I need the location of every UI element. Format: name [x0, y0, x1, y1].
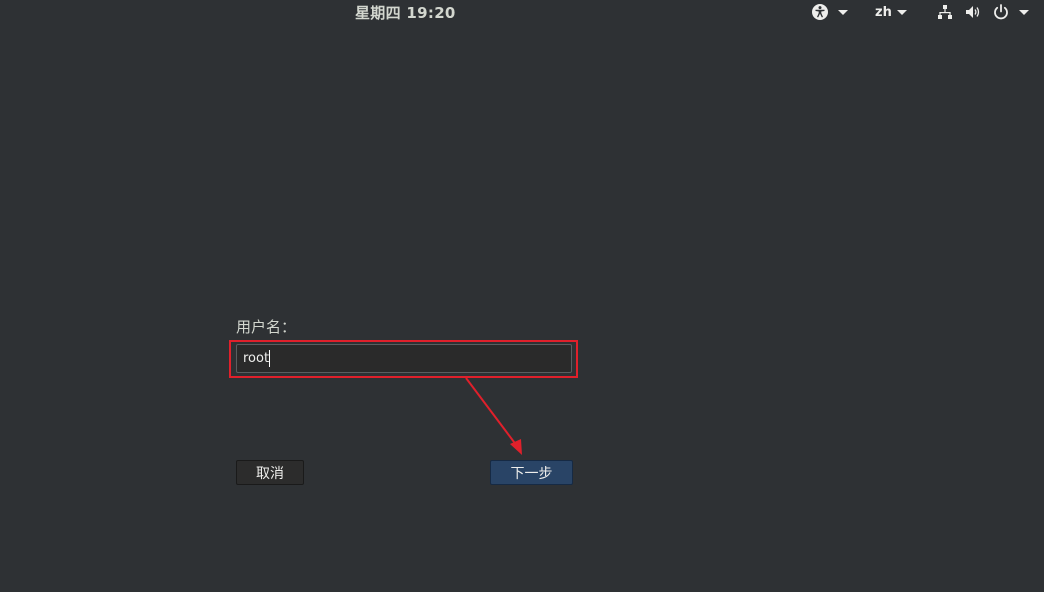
text-cursor: [269, 350, 271, 367]
volume-icon: [964, 3, 982, 21]
annotation-arrow: [465, 377, 522, 455]
chevron-down-icon: [838, 9, 848, 15]
chevron-down-icon: [1019, 9, 1029, 15]
username-value: root: [243, 351, 270, 366]
accessibility-menu[interactable]: [811, 2, 848, 22]
username-label: 用户名：: [236, 318, 297, 336]
language-menu[interactable]: zh: [875, 2, 907, 22]
next-button-label: 下一步: [510, 465, 553, 482]
language-label: zh: [875, 4, 892, 20]
chevron-down-icon: [896, 9, 907, 15]
top-bar: 星期四 19:20 zh: [0, 0, 1044, 24]
power-icon: [992, 3, 1010, 21]
cancel-button-label: 取消: [256, 465, 284, 482]
next-button[interactable]: 下一步: [490, 460, 573, 485]
accessibility-icon: [811, 3, 829, 21]
system-menu[interactable]: [936, 2, 1029, 22]
username-input[interactable]: root: [236, 344, 572, 373]
cancel-button[interactable]: 取消: [236, 460, 304, 485]
clock[interactable]: 星期四 19:20: [355, 2, 456, 23]
network-icon: [936, 3, 954, 21]
